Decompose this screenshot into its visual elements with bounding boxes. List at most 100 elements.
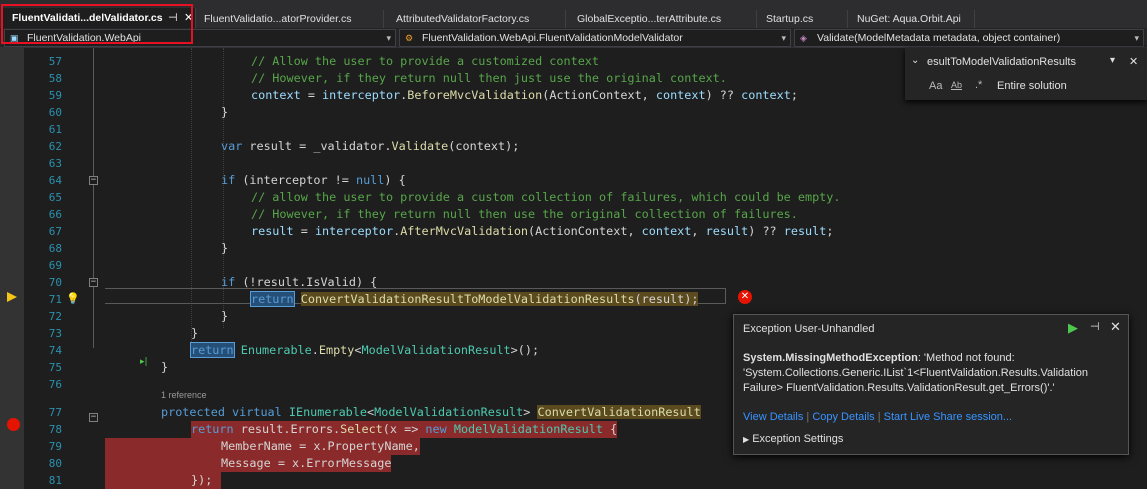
line-number: 63	[48, 157, 62, 170]
regex-toggle-icon[interactable]: .*	[975, 79, 982, 91]
navigation-bar: ▣ FluentValidation.WebApi ▾ ⚙ FluentVali…	[0, 28, 1147, 48]
code-line-79: MemberName = x.PropertyName,	[221, 438, 420, 455]
line-number: 67	[48, 225, 62, 238]
code-line-71: return ConvertValidationResultToModelVal…	[250, 291, 699, 307]
chevron-down-icon: ▾	[1134, 33, 1139, 43]
pin-icon[interactable]: ⊣	[168, 8, 178, 28]
code-line-58: // However, if they return null then jus…	[251, 71, 727, 85]
code-line-59: context = interceptor.BeforeMvcValidatio…	[251, 88, 798, 102]
tab-label: Startup.cs	[766, 13, 814, 25]
line-number: 72	[48, 310, 62, 323]
line-number: 58	[48, 72, 62, 85]
method-icon: ◈	[800, 33, 807, 43]
separator: |	[877, 411, 881, 423]
line-number: 81	[48, 474, 62, 487]
breakpoint-icon[interactable]	[7, 418, 20, 431]
line-number: 68	[48, 242, 62, 255]
code-line-64: if (interceptor != null) {	[221, 173, 406, 187]
collapse-icon[interactable]: −	[89, 278, 98, 287]
chevron-down-icon: ▾	[386, 33, 391, 43]
line-number: 71	[48, 293, 62, 306]
close-icon[interactable]: ✕	[184, 8, 193, 28]
tab-startup[interactable]: Startup.cs	[756, 10, 848, 28]
exception-message: System.MissingMethodException: 'Method n…	[743, 351, 1121, 396]
line-number: 74	[48, 344, 62, 357]
project-icon: ▣	[10, 33, 19, 43]
collapse-icon[interactable]: −	[89, 413, 98, 422]
type-dropdown[interactable]: ⚙ FluentValidation.WebApi.FluentValidati…	[399, 29, 791, 47]
lightbulb-icon[interactable]: 💡	[66, 292, 80, 305]
line-number: 79	[48, 440, 62, 453]
tab-label: FluentValidati...delValidator.cs	[12, 12, 163, 24]
line-number: 64	[48, 174, 62, 187]
chevron-down-icon: ▾	[781, 33, 786, 43]
chevron-down-icon[interactable]: ⌄	[911, 55, 919, 66]
tab-attributed-validator-factory[interactable]: AttributedValidatorFactory.cs	[386, 10, 566, 28]
member-dropdown[interactable]: ◈ Validate(ModelMetadata metadata, objec…	[794, 29, 1144, 47]
pin-icon[interactable]: ⊣	[1090, 320, 1100, 333]
exception-actions: View Details | Copy Details | Start Live…	[743, 411, 1012, 423]
code-line-74: return Enumerable.Empty<ModelValidationR…	[190, 342, 540, 358]
code-line-77: protected virtual IEnumerable<ModelValid…	[161, 405, 701, 419]
search-scope[interactable]: Entire solution	[997, 80, 1067, 92]
glyph-margin[interactable]	[0, 48, 24, 489]
exception-helper: Exception User-Unhandled ▶ ⊣ ✕ System.Mi…	[733, 314, 1129, 455]
code-line-67: result = interceptor.AfterMvcValidation(…	[251, 224, 834, 238]
code-line-81: });	[191, 472, 213, 489]
code-line-80: Message = x.ErrorMessage	[221, 455, 392, 472]
line-number: 78	[48, 423, 62, 436]
line-number-margin: 57 58 59 60 61 62 63 64 65 66 67 68 69 7…	[24, 48, 80, 489]
line-number: 77	[48, 406, 62, 419]
line-number: 59	[48, 89, 62, 102]
view-details-link[interactable]: View Details	[743, 411, 803, 423]
line-number: 69	[48, 259, 62, 272]
code-line-78: return result.Errors.Select(x => new Mod…	[191, 421, 618, 438]
line-number: 73	[48, 327, 62, 340]
project-dropdown[interactable]: ▣ FluentValidation.WebApi ▾	[4, 29, 396, 47]
line-number: 75	[48, 361, 62, 374]
tab-fluentvalidation-validatorprovider[interactable]: FluentValidatio...atorProvider.cs	[194, 10, 384, 28]
line-number: 62	[48, 140, 62, 153]
line-number: 76	[48, 378, 62, 391]
line-number: 60	[48, 106, 62, 119]
close-icon[interactable]: ✕	[1129, 55, 1138, 68]
execution-pointer-icon	[7, 292, 17, 302]
code-line-65: // allow the user to provide a custom co…	[251, 190, 841, 204]
tab-fluentvalidation-modelvalidator[interactable]: FluentValidati...delValidator.cs ⊣ ✕	[2, 8, 196, 28]
match-case-toggle[interactable]: Aa	[929, 80, 942, 92]
continue-icon[interactable]: ▶	[1068, 320, 1078, 336]
line-number: 57	[48, 55, 62, 68]
code-line-57: // Allow the user to provide a customize…	[251, 54, 600, 68]
line-number: 80	[48, 457, 62, 470]
exception-settings-expander[interactable]: ▶ Exception Settings	[743, 433, 843, 445]
codelens-references[interactable]: 1 reference	[161, 390, 207, 400]
project-label: FluentValidation.WebApi	[27, 32, 142, 44]
line-number: 65	[48, 191, 62, 204]
type-label: FluentValidation.WebApi.FluentValidation…	[422, 32, 683, 44]
copy-details-link[interactable]: Copy Details	[812, 411, 874, 423]
tab-label: NuGet: Aqua.Orbit.Api	[857, 13, 961, 25]
find-widget: ⌄ esultToModelValidationResults ▾ ✕ Aa A…	[905, 48, 1147, 100]
error-icon[interactable]: ✕	[738, 290, 752, 304]
code-line-72: }	[221, 309, 229, 323]
close-icon[interactable]: ✕	[1110, 319, 1121, 335]
live-share-link[interactable]: Start Live Share session...	[884, 411, 1012, 423]
find-input[interactable]: esultToModelValidationResults	[927, 56, 1107, 68]
tab-nuget[interactable]: NuGet: Aqua.Orbit.Api	[847, 10, 975, 28]
code-line-73: }	[191, 326, 199, 340]
chevron-right-icon: ▶	[743, 435, 750, 444]
line-number: 66	[48, 208, 62, 221]
member-label: Validate(ModelMetadata metadata, object …	[817, 32, 1061, 44]
collapse-icon[interactable]: −	[89, 176, 98, 185]
document-tab-bar: FluentValidati...delValidator.cs ⊣ ✕ Flu…	[0, 0, 1147, 28]
exception-settings-label: Exception Settings	[752, 433, 844, 445]
class-icon: ⚙	[405, 33, 414, 43]
code-line-60: }	[221, 105, 229, 119]
exception-type: System.MissingMethodException	[743, 352, 918, 364]
tab-global-exception-filter[interactable]: GlobalExceptio...terAttribute.cs	[567, 10, 757, 28]
code-line-75: }	[161, 360, 169, 374]
tab-label: FluentValidatio...atorProvider.cs	[204, 13, 352, 25]
find-history-dropdown[interactable]: ▾	[1110, 55, 1115, 66]
whole-word-toggle[interactable]: Ab	[951, 80, 962, 90]
code-line-68: }	[221, 241, 229, 255]
